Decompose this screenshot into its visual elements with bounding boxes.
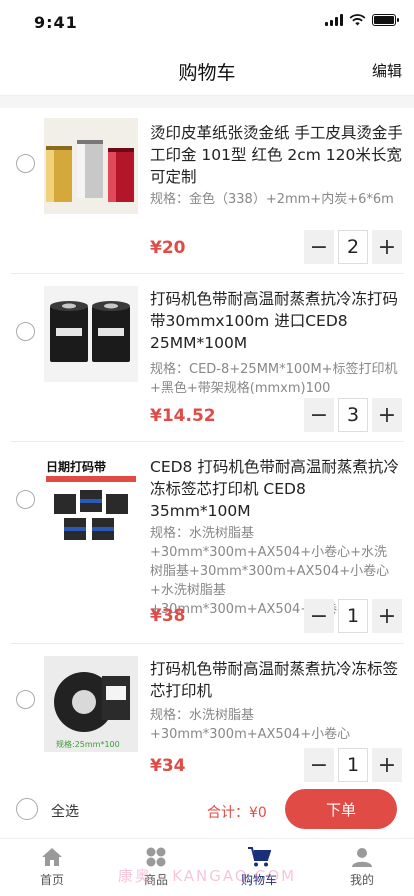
select-all-radio[interactable]: [16, 798, 38, 820]
increase-button[interactable]: +: [372, 748, 402, 782]
tab-label: 购物车: [240, 873, 277, 887]
status-time: 9:41: [34, 13, 78, 32]
item-select-radio[interactable]: [16, 154, 35, 173]
tab-profile[interactable]: 我的: [327, 845, 397, 888]
grid-icon: [144, 845, 168, 869]
cart-icon: [247, 845, 271, 869]
signal-icon: [325, 14, 343, 26]
quantity-stepper: − 2 +: [304, 230, 402, 264]
quantity-stepper: − 1 +: [304, 748, 402, 782]
decrease-button[interactable]: −: [304, 599, 334, 633]
increase-button[interactable]: +: [372, 230, 402, 264]
product-title[interactable]: 烫印皮革纸张烫金纸 手工皮具烫金手工印金 101型 红色 2cm 120米长宽可…: [150, 122, 404, 188]
cart-item: 规格:25mm*100 打码机色带耐高温耐蒸煮抗冷冻标签芯打印机 规格：水洗树脂…: [0, 644, 414, 786]
item-select-radio[interactable]: [16, 490, 35, 509]
tab-home[interactable]: 首页: [17, 845, 87, 888]
place-order-button[interactable]: 下单: [285, 789, 397, 829]
status-bar: 9:41: [0, 0, 414, 44]
tab-label: 首页: [39, 873, 64, 887]
edit-button[interactable]: 编辑: [372, 60, 402, 81]
quantity-input[interactable]: 3: [338, 398, 368, 432]
increase-button[interactable]: +: [372, 599, 402, 633]
tab-products[interactable]: 商品: [121, 845, 191, 888]
wifi-icon: [349, 14, 366, 26]
status-icons: [325, 14, 399, 26]
tab-label: 商品: [143, 873, 168, 887]
cart-item: 烫印皮革纸张烫金纸 手工皮具烫金手工印金 101型 红色 2cm 120米长宽可…: [0, 108, 414, 274]
quantity-stepper: − 1 +: [304, 599, 402, 633]
product-title[interactable]: 打码机色带耐高温耐蒸煮抗冷冻标签芯打印机: [150, 658, 404, 702]
select-all-label[interactable]: 全选: [51, 801, 79, 821]
cart-item: 打码机色带耐高温耐蒸煮抗冷冻打码带30mmx100m 进口CED8 25MM*1…: [0, 274, 414, 442]
quantity-input[interactable]: 2: [338, 230, 368, 264]
quantity-stepper: − 3 +: [304, 398, 402, 432]
thumb-caption: 规格:25mm*100: [56, 740, 120, 749]
tab-label: 我的: [349, 873, 374, 887]
page-title: 购物车: [178, 62, 236, 84]
increase-button[interactable]: +: [372, 398, 402, 432]
product-price: ¥38: [150, 606, 186, 626]
item-select-radio[interactable]: [16, 322, 35, 341]
product-thumbnail[interactable]: 规格:25mm*100: [44, 656, 138, 752]
decrease-button[interactable]: −: [304, 748, 334, 782]
product-thumbnail[interactable]: 日期打码带: [44, 454, 138, 550]
product-price: ¥34: [150, 756, 186, 776]
cart-list: 烫印皮革纸张烫金纸 手工皮具烫金手工印金 101型 红色 2cm 120米长宽可…: [0, 108, 414, 786]
home-icon: [40, 845, 64, 869]
product-title[interactable]: CED8 打码机色带耐高温耐蒸煮抗冷冻标签芯打印机 CED8 35mm*100M: [150, 456, 404, 522]
product-spec: 规格：金色（338）+2mm+内炭+6*6m: [150, 192, 394, 207]
product-spec: 规格：水洗树脂基+30mm*300m+AX504+小卷心: [150, 708, 351, 742]
quantity-input[interactable]: 1: [338, 599, 368, 633]
nav-bar: 购物车 编辑: [0, 44, 414, 96]
battery-icon: [372, 14, 399, 26]
product-price: ¥14.52: [150, 406, 216, 426]
decrease-button[interactable]: −: [304, 398, 334, 432]
product-spec: 规格：CED-8+25MM*100M+标签打印机+黑色+带架规格(mmxm)10…: [150, 362, 398, 396]
product-thumbnail[interactable]: [44, 118, 138, 214]
product-thumbnail[interactable]: [44, 286, 138, 382]
cart-item: 日期打码带 CED8 打码机色带耐高温耐蒸煮抗冷冻标签芯打印机 CED8 35m…: [0, 442, 414, 644]
tab-bar: 首页 商品 购物车 我的 康奥 · KANGAO.COM: [0, 838, 414, 896]
product-price: ¥20: [150, 238, 186, 258]
product-title[interactable]: 打码机色带耐高温耐蒸煮抗冷冻打码带30mmx100m 进口CED8 25MM*1…: [150, 288, 404, 354]
item-select-radio[interactable]: [16, 690, 35, 709]
decrease-button[interactable]: −: [304, 230, 334, 264]
user-icon: [350, 845, 374, 869]
total-amount: 合计：¥0: [207, 805, 267, 821]
tab-cart[interactable]: 购物车: [224, 845, 294, 888]
quantity-input[interactable]: 1: [338, 748, 368, 782]
checkout-bar: 全选 合计：¥0 下单: [0, 786, 414, 838]
